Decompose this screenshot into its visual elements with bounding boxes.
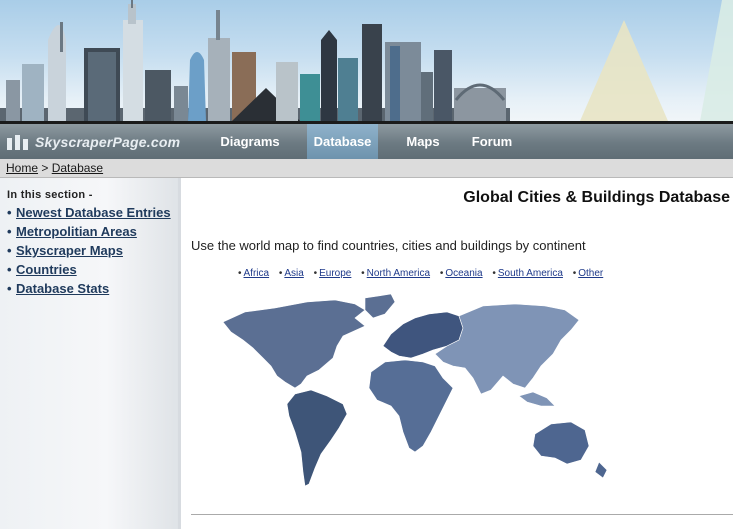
continent-link-europe[interactable]: Europe (319, 268, 351, 279)
continent-link-south-america[interactable]: South America (498, 268, 563, 279)
sidebar-link-list: • Newest Database Entries • Metropolitian … (7, 205, 172, 300)
sidebar-link-countries[interactable]: Countries (16, 262, 77, 277)
intro-text: Use the world map to find countries, cit… (191, 238, 586, 253)
bullet-icon: • (572, 268, 577, 279)
breadcrumb-separator: > (41, 161, 49, 175)
world-map (222, 293, 608, 487)
bullet-icon: • (7, 205, 12, 220)
bullet-icon: • (7, 224, 12, 239)
bullet-icon: • (492, 268, 496, 279)
site-logo-text: SkyscraperPage.com (35, 134, 181, 150)
header-banner (0, 0, 733, 124)
continent-link-north-america[interactable]: North America (367, 268, 430, 279)
sidebar-item-newest-entries: • Newest Database Entries (7, 205, 172, 220)
sidebar-item-metropolitan-areas: • Metropolitian Areas (7, 224, 172, 239)
map-region-south-america[interactable] (286, 389, 348, 487)
nav-item-maps[interactable]: Maps (392, 124, 454, 159)
sidebar-link-skyscraper-maps[interactable]: Skyscraper Maps (16, 243, 123, 258)
bullet-icon: • (361, 268, 365, 279)
nav-item-diagrams[interactable]: Diagrams (208, 124, 292, 159)
bullet-icon: • (313, 268, 318, 279)
sidebar-item-countries: • Countries (7, 262, 172, 277)
sidebar-item-database-stats: • Database Stats (7, 281, 172, 296)
skyline-illustration (0, 0, 733, 121)
continent-link-asia[interactable]: Asia (284, 268, 303, 279)
sidebar-link-metropolitan-areas[interactable]: Metropolitian Areas (16, 224, 137, 239)
main-navigation: SkyscraperPage.com Diagrams Database Map… (0, 124, 733, 159)
breadcrumb-home-link[interactable]: Home (6, 161, 38, 175)
nav-item-forum[interactable]: Forum (462, 124, 522, 159)
continent-link-africa[interactable]: Africa (244, 268, 270, 279)
bullet-icon: • (278, 268, 283, 279)
continent-link-oceania[interactable]: Oceania (445, 268, 482, 279)
map-region-africa[interactable] (368, 359, 454, 453)
map-region-oceania[interactable] (532, 421, 590, 465)
skyline-logo-icon (7, 135, 28, 150)
map-region-greenland[interactable] (364, 293, 396, 319)
bullet-icon: • (7, 281, 12, 296)
continent-links: • Africa • Asia • Europe • North America • Oc… (238, 268, 603, 279)
content-divider (191, 514, 733, 515)
breadcrumb-database-link[interactable]: Database (52, 161, 103, 175)
bullet-icon: • (7, 243, 12, 258)
site-logo[interactable]: SkyscraperPage.com (6, 131, 180, 153)
bullet-icon: • (7, 262, 12, 277)
bullet-icon: • (238, 268, 242, 279)
breadcrumb: Home > Database (0, 159, 733, 178)
map-region-asia-islands[interactable] (518, 391, 556, 407)
sidebar-link-newest-entries[interactable]: Newest Database Entries (16, 205, 171, 220)
section-sidebar: In this section - • Newest Database Entri… (0, 178, 181, 529)
continent-link-other[interactable]: Other (578, 268, 603, 279)
bullet-icon: • (439, 268, 444, 279)
sidebar-link-database-stats[interactable]: Database Stats (16, 281, 109, 296)
sidebar-item-skyscraper-maps: • Skyscraper Maps (7, 243, 172, 258)
map-region-new-zealand[interactable] (594, 461, 608, 479)
page-title: Global Cities & Buildings Database (463, 189, 730, 206)
sidebar-heading: In this section - (7, 189, 93, 201)
nav-item-database[interactable]: Database (307, 124, 378, 159)
map-region-north-america[interactable] (222, 299, 366, 389)
